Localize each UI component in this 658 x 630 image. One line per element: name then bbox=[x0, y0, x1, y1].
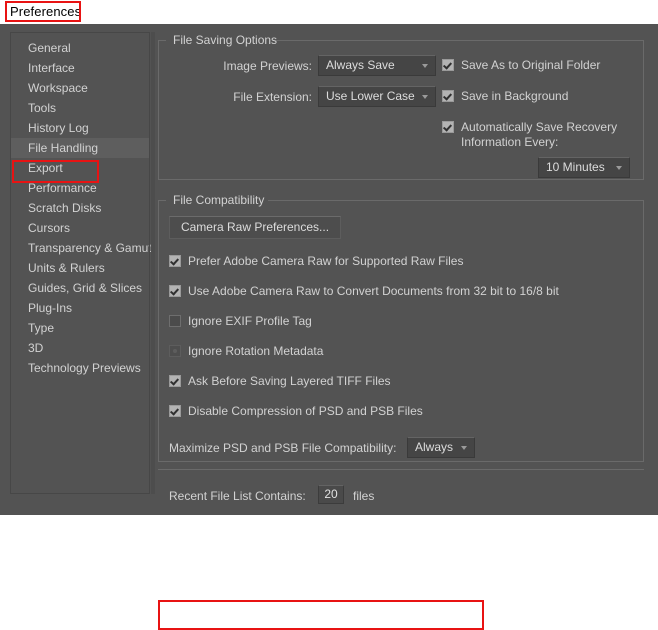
sidebar-item-file-handling[interactable]: File Handling bbox=[11, 138, 149, 158]
sidebar-item-technology-previews[interactable]: Technology Previews bbox=[11, 358, 149, 378]
sidebar-item-general[interactable]: General bbox=[11, 38, 149, 58]
auto-save-interval-value: 10 Minutes bbox=[546, 160, 605, 174]
preferences-category-sidebar: General Interface Workspace Tools Histor… bbox=[10, 32, 152, 494]
disable-compression-psd-psb-checkbox[interactable] bbox=[169, 405, 181, 417]
sidebar-item-scratch-disks[interactable]: Scratch Disks bbox=[11, 198, 149, 218]
save-in-background-label: Save in Background bbox=[461, 89, 569, 103]
save-as-original-folder-label: Save As to Original Folder bbox=[461, 58, 601, 72]
file-extension-value: Use Lower Case bbox=[326, 89, 415, 103]
use-camera-raw-convert-checkbox[interactable] bbox=[169, 285, 181, 297]
sidebar-item-history-log[interactable]: History Log bbox=[11, 118, 149, 138]
sidebar-item-guides-grid-slices[interactable]: Guides, Grid & Slices bbox=[11, 278, 149, 298]
recent-file-list-suffix: files bbox=[353, 489, 375, 503]
title-bar: Preferences bbox=[0, 0, 658, 24]
disable-compression-psd-psb-label: Disable Compression of PSD and PSB Files bbox=[188, 404, 423, 418]
save-in-background-checkbox[interactable] bbox=[442, 90, 454, 102]
ignore-rotation-metadata-checkbox[interactable] bbox=[169, 345, 181, 357]
group-legend-file-compatibility: File Compatibility bbox=[173, 193, 265, 207]
recent-file-list-input[interactable]: 20 bbox=[318, 485, 344, 504]
annotation-box-title bbox=[5, 1, 81, 22]
sidebar-item-workspace[interactable]: Workspace bbox=[11, 78, 149, 98]
prefer-adobe-camera-raw-checkbox[interactable] bbox=[169, 255, 181, 267]
sidebar-list: General Interface Workspace Tools Histor… bbox=[11, 38, 152, 378]
use-camera-raw-convert-label: Use Adobe Camera Raw to Convert Document… bbox=[188, 284, 559, 298]
sidebar-scrollbar[interactable] bbox=[151, 32, 155, 494]
camera-raw-preferences-button[interactable]: Camera Raw Preferences... bbox=[169, 216, 341, 239]
file-extension-select[interactable]: Use Lower Case bbox=[318, 86, 436, 107]
section-separator bbox=[158, 469, 644, 470]
image-previews-select[interactable]: Always Save bbox=[318, 55, 436, 76]
group-border-top-right bbox=[268, 200, 644, 201]
recent-file-list-label: Recent File List Contains: bbox=[169, 489, 306, 503]
preferences-dialog: General Interface Workspace Tools Histor… bbox=[0, 24, 658, 630]
ignore-rotation-metadata-label: Ignore Rotation Metadata bbox=[188, 344, 324, 358]
chevron-down-icon bbox=[422, 63, 429, 68]
annotation-box-maximize-compatibility bbox=[158, 600, 484, 630]
chevron-down-icon bbox=[461, 445, 468, 450]
group-file-saving-options: File Saving Options Image Previews: Alwa… bbox=[158, 32, 644, 180]
sidebar-item-transparency-gamut[interactable]: Transparency & Gamut bbox=[11, 238, 152, 258]
group-legend-file-saving-options: File Saving Options bbox=[173, 33, 278, 47]
sidebar-item-tools[interactable]: Tools bbox=[11, 98, 149, 118]
auto-save-interval-select[interactable]: 10 Minutes bbox=[538, 157, 630, 178]
prefer-adobe-camera-raw-label: Prefer Adobe Camera Raw for Supported Ra… bbox=[188, 254, 464, 268]
image-previews-label: Image Previews: bbox=[223, 59, 312, 73]
sidebar-item-units-rulers[interactable]: Units & Rulers bbox=[11, 258, 149, 278]
group-border-left bbox=[158, 40, 159, 180]
auto-save-recovery-label: Automatically Save Recovery Information … bbox=[461, 120, 618, 149]
ask-before-saving-layered-tiff-label: Ask Before Saving Layered TIFF Files bbox=[188, 374, 391, 388]
save-as-original-folder-checkbox[interactable] bbox=[442, 59, 454, 71]
sidebar-item-type[interactable]: Type bbox=[11, 318, 149, 338]
group-border-top-right bbox=[274, 40, 644, 41]
maximize-compatibility-select[interactable]: Always bbox=[407, 437, 475, 458]
auto-save-recovery-checkbox[interactable] bbox=[442, 121, 454, 133]
group-border-bottom bbox=[158, 179, 644, 180]
group-border-bottom bbox=[158, 461, 644, 462]
sidebar-item-cursors[interactable]: Cursors bbox=[11, 218, 149, 238]
image-previews-value: Always Save bbox=[326, 58, 395, 72]
sidebar-item-interface[interactable]: Interface bbox=[11, 58, 149, 78]
chevron-down-icon bbox=[616, 165, 623, 170]
maximize-compatibility-value: Always bbox=[415, 440, 454, 454]
group-border-right bbox=[643, 200, 644, 462]
sidebar-divider bbox=[149, 32, 150, 494]
ignore-exif-profile-tag-checkbox[interactable] bbox=[169, 315, 181, 327]
group-file-compatibility: File Compatibility Camera Raw Preference… bbox=[158, 192, 644, 462]
group-border-left bbox=[158, 200, 159, 462]
file-extension-label: File Extension: bbox=[233, 90, 312, 104]
group-border-right bbox=[643, 40, 644, 180]
group-border-top-left bbox=[158, 40, 166, 41]
maximize-compatibility-label: Maximize PSD and PSB File Compatibility: bbox=[169, 441, 397, 455]
ignore-exif-profile-tag-label: Ignore EXIF Profile Tag bbox=[188, 314, 312, 328]
sidebar-item-plug-ins[interactable]: Plug-Ins bbox=[11, 298, 149, 318]
sidebar-item-3d[interactable]: 3D bbox=[11, 338, 149, 358]
chevron-down-icon bbox=[422, 94, 429, 99]
group-border-top-left bbox=[158, 200, 166, 201]
annotation-box-file-handling bbox=[12, 160, 99, 183]
preferences-content-pane: File Saving Options Image Previews: Alwa… bbox=[158, 32, 650, 504]
ask-before-saving-layered-tiff-checkbox[interactable] bbox=[169, 375, 181, 387]
